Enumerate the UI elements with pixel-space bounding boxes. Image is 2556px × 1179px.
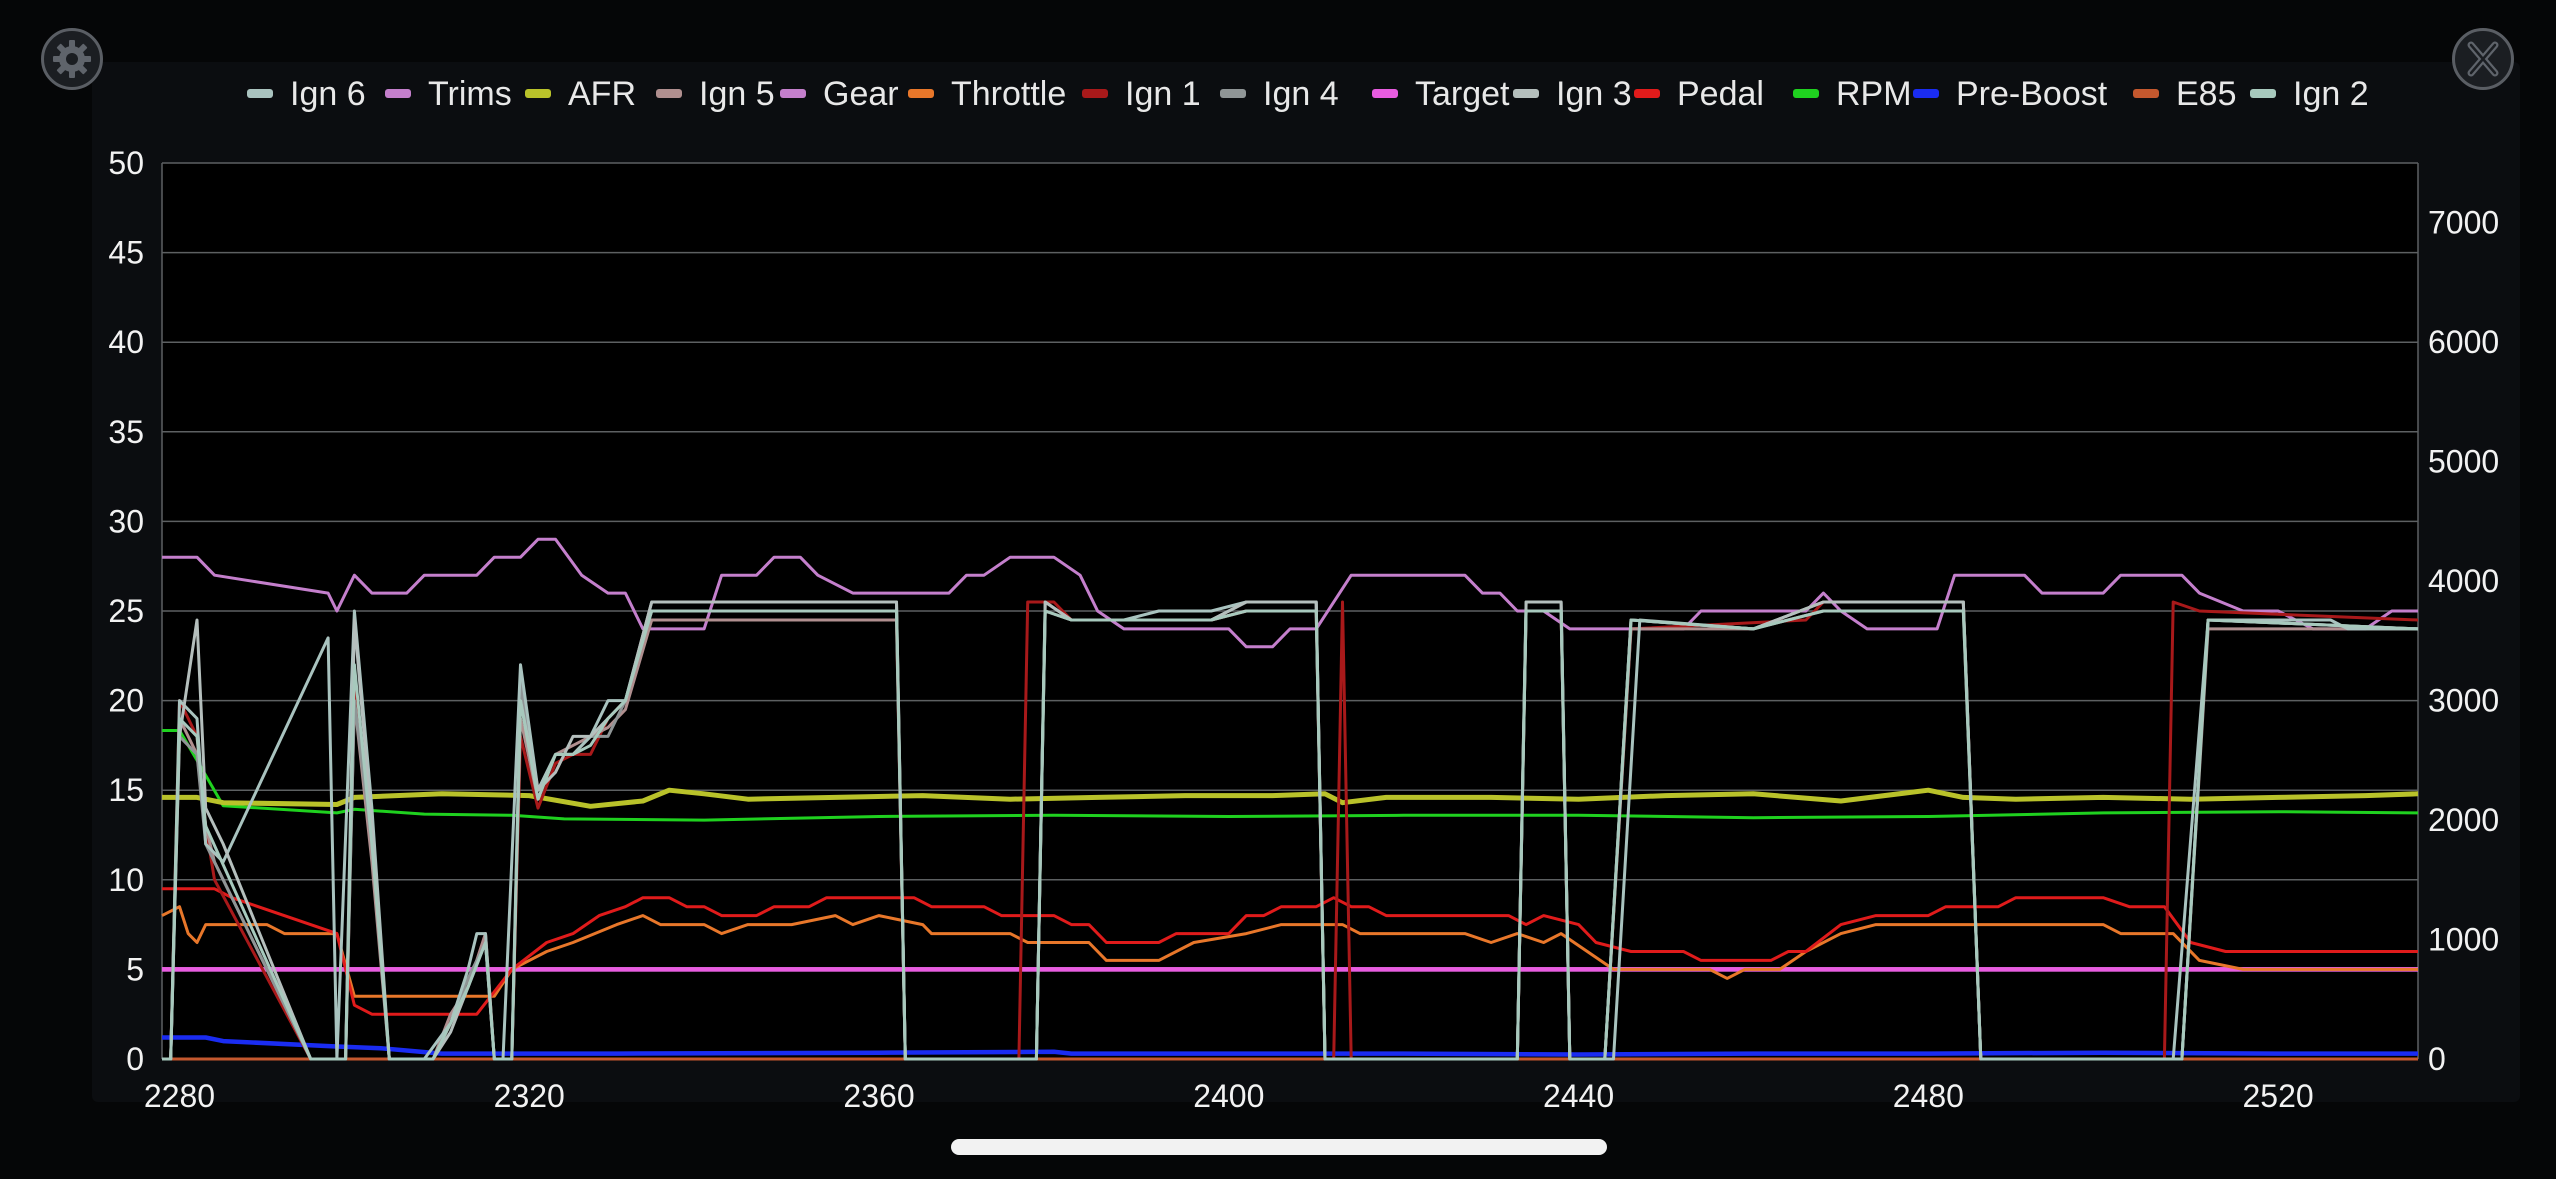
- legend-swatch: [1913, 89, 1939, 98]
- legend-swatch: [2250, 89, 2276, 98]
- y-right-tick-label: 7000: [2428, 205, 2499, 241]
- y-left-tick-label: 0: [126, 1041, 144, 1077]
- home-indicator[interactable]: [951, 1139, 1607, 1155]
- legend-swatch: [656, 89, 682, 98]
- y-left-tick-label: 20: [108, 683, 144, 719]
- legend-label: Trims: [428, 75, 512, 113]
- legend-swatch: [780, 89, 806, 98]
- x-tick-label: 2480: [1893, 1078, 1964, 1114]
- legend-label: Ign 6: [290, 75, 366, 113]
- x-tick-label: 2280: [144, 1078, 215, 1114]
- y-left-tick-label: 45: [108, 235, 144, 271]
- legend-label: Gear: [823, 75, 899, 113]
- legend-swatch: [525, 89, 551, 98]
- y-left-tick-label: 10: [108, 862, 144, 898]
- app-frame: 0 5 10 15 20 25 30 35 40 45 50 0 1000 2000 3000 4000 500…: [0, 0, 2556, 1179]
- legend-swatch: [247, 89, 273, 98]
- legend-label: Ign 5: [699, 75, 775, 113]
- legend-label: AFR: [568, 75, 636, 113]
- legend-label: Pedal: [1677, 75, 1764, 113]
- x-tick-label: 2360: [843, 1078, 914, 1114]
- y-right-tick-label: 1000: [2428, 922, 2499, 958]
- y-left-tick-label: 50: [108, 145, 144, 181]
- legend-label: E85: [2176, 75, 2237, 113]
- y-right-tick-label: 5000: [2428, 444, 2499, 480]
- y-left-tick-label: 5: [126, 951, 144, 987]
- y-right-tick-label: 4000: [2428, 563, 2499, 599]
- y-right-tick-label: 3000: [2428, 683, 2499, 719]
- x-tick-label: 2520: [2242, 1078, 2313, 1114]
- y-right-tick-label: 6000: [2428, 324, 2499, 360]
- legend-swatch: [1220, 89, 1246, 98]
- x-tick-label: 2440: [1543, 1078, 1614, 1114]
- legend-label: Ign 2: [2293, 75, 2369, 113]
- legend-swatch: [2133, 89, 2159, 98]
- close-button[interactable]: [2452, 28, 2514, 90]
- legend-label: RPM: [1836, 75, 1912, 113]
- y-left-tick-label: 15: [108, 772, 144, 808]
- y-left-tick-label: 35: [108, 414, 144, 450]
- legend-swatch: [1372, 89, 1398, 98]
- legend-swatch: [1634, 89, 1660, 98]
- legend-label: Ign 3: [1556, 75, 1632, 113]
- settings-button[interactable]: [41, 28, 103, 90]
- legend-label: Ign 1: [1125, 75, 1201, 113]
- y-left-tick-label: 30: [108, 503, 144, 539]
- legend-label: Ign 4: [1263, 75, 1339, 113]
- legend-swatch: [908, 89, 934, 98]
- legend-swatch: [1082, 89, 1108, 98]
- legend-swatch: [385, 89, 411, 98]
- x-tick-label: 2320: [494, 1078, 565, 1114]
- legend-label: Pre-Boost: [1956, 75, 2108, 113]
- gear-icon: [53, 40, 91, 78]
- y-right-tick-label: 0: [2428, 1041, 2446, 1077]
- legend-label: Throttle: [951, 75, 1066, 113]
- y-right-tick-label: 2000: [2428, 802, 2499, 838]
- close-x-icon: [2467, 41, 2499, 77]
- x-tick-label: 2400: [1193, 1078, 1264, 1114]
- legend-swatch: [1513, 89, 1539, 98]
- y-left-tick-label: 40: [108, 324, 144, 360]
- y-left-tick-label: 25: [108, 593, 144, 629]
- legend-label: Target: [1415, 75, 1510, 113]
- legend-swatch: [1793, 89, 1819, 98]
- chart: 0 5 10 15 20 25 30 35 40 45 50 0 1000 2000 3000 4000 500…: [108, 75, 2499, 1114]
